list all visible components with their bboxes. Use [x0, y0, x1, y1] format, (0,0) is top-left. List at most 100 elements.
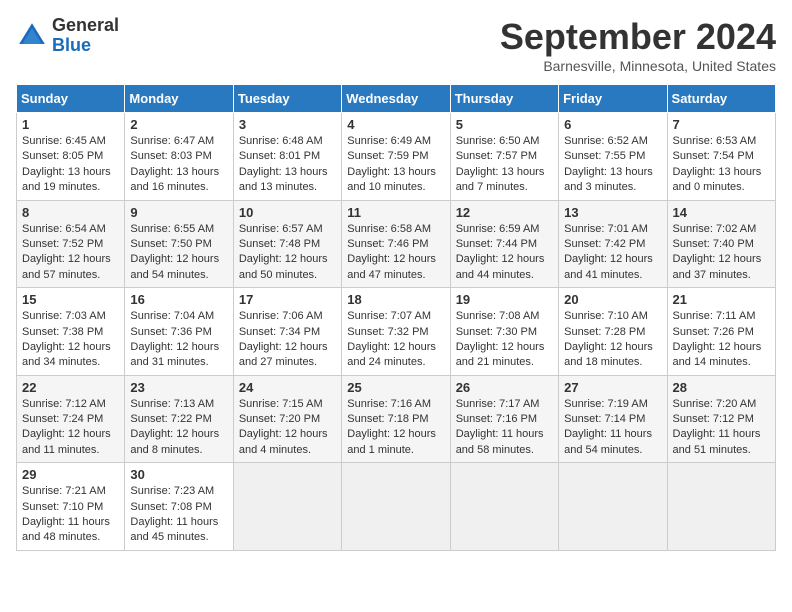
calendar-week-row: 29Sunrise: 7:21 AMSunset: 7:10 PMDayligh… — [17, 463, 776, 551]
calendar-week-row: 8 Sunrise: 6:54 AMSunset: 7:52 PMDaylight… — [17, 200, 776, 288]
day-number: 6 — [564, 117, 661, 132]
day-info: Sunrise: 7:23 AMSunset: 7:08 PMDaylight:… — [130, 484, 227, 546]
logo: General Blue — [16, 16, 119, 56]
calendar-week-row: 1 Sunrise: 6:45 AMSunset: 8:05 PMDaylight… — [17, 113, 776, 201]
day-number: 9 — [130, 205, 227, 220]
day-info: Sunrise: 6:57 AMSunset: 7:48 PMDaylight:… — [239, 222, 336, 284]
calendar-cell: 12 Sunrise: 6:59 AMSunset: 7:44 PMDayligh… — [450, 200, 558, 288]
day-number: 28 — [673, 380, 770, 395]
day-info: Sunrise: 6:54 AMSunset: 7:52 PMDaylight:… — [22, 222, 119, 284]
logo-icon — [16, 20, 48, 52]
day-info: Sunrise: 7:21 AMSunset: 7:10 PMDaylight:… — [22, 484, 119, 546]
day-number: 11 — [347, 205, 444, 220]
calendar-cell: 4 Sunrise: 6:49 AMSunset: 7:59 PMDaylight… — [342, 113, 450, 201]
calendar-cell: 29Sunrise: 7:21 AMSunset: 7:10 PMDayligh… — [17, 463, 125, 551]
calendar-cell: 5Sunrise: 6:50 AMSunset: 7:57 PMDaylight… — [450, 113, 558, 201]
day-number: 1 — [22, 117, 119, 132]
weekday-header-friday: Friday — [559, 85, 667, 113]
calendar-cell: 13 Sunrise: 7:01 AMSunset: 7:42 PMDayligh… — [559, 200, 667, 288]
day-number: 8 — [22, 205, 119, 220]
calendar-cell: 15Sunrise: 7:03 AMSunset: 7:38 PMDayligh… — [17, 288, 125, 376]
day-info: Sunrise: 6:49 AMSunset: 7:59 PMDaylight:… — [347, 134, 444, 196]
day-info: Sunrise: 6:55 AMSunset: 7:50 PMDaylight:… — [130, 222, 227, 284]
logo-blue: Blue — [52, 35, 91, 55]
day-info: Sunrise: 6:59 AMSunset: 7:44 PMDaylight:… — [456, 222, 553, 284]
calendar-cell: 28 Sunrise: 7:20 AMSunset: 7:12 PMDayligh… — [667, 375, 775, 463]
weekday-header-monday: Monday — [125, 85, 233, 113]
calendar-cell — [450, 463, 558, 551]
day-number: 19 — [456, 292, 553, 307]
day-number: 5 — [456, 117, 553, 132]
day-number: 26 — [456, 380, 553, 395]
day-info: Sunrise: 7:13 AMSunset: 7:22 PMDaylight:… — [130, 397, 227, 459]
calendar-cell: 16 Sunrise: 7:04 AMSunset: 7:36 PMDayligh… — [125, 288, 233, 376]
day-number: 14 — [673, 205, 770, 220]
calendar-cell: 20Sunrise: 7:10 AMSunset: 7:28 PMDayligh… — [559, 288, 667, 376]
calendar-week-row: 22Sunrise: 7:12 AMSunset: 7:24 PMDayligh… — [17, 375, 776, 463]
day-info: Sunrise: 6:52 AMSunset: 7:55 PMDaylight:… — [564, 134, 661, 196]
day-info: Sunrise: 7:04 AMSunset: 7:36 PMDaylight:… — [130, 309, 227, 371]
day-number: 18 — [347, 292, 444, 307]
calendar-cell: 25 Sunrise: 7:16 AMSunset: 7:18 PMDayligh… — [342, 375, 450, 463]
day-info: Sunrise: 7:17 AMSunset: 7:16 PMDaylight:… — [456, 397, 553, 459]
day-info: Sunrise: 6:53 AMSunset: 7:54 PMDaylight:… — [673, 134, 770, 196]
day-info: Sunrise: 7:20 AMSunset: 7:12 PMDaylight:… — [673, 397, 770, 459]
calendar-cell: 14 Sunrise: 7:02 AMSunset: 7:40 PMDayligh… — [667, 200, 775, 288]
day-number: 27 — [564, 380, 661, 395]
day-number: 16 — [130, 292, 227, 307]
page-header: General Blue September 2024 Barnesville,… — [16, 16, 776, 74]
weekday-header-wednesday: Wednesday — [342, 85, 450, 113]
day-info: Sunrise: 7:16 AMSunset: 7:18 PMDaylight:… — [347, 397, 444, 459]
day-number: 22 — [22, 380, 119, 395]
day-info: Sunrise: 6:45 AMSunset: 8:05 PMDaylight:… — [22, 134, 119, 196]
calendar-cell: 2Sunrise: 6:47 AMSunset: 8:03 PMDaylight… — [125, 113, 233, 201]
calendar-cell — [342, 463, 450, 551]
logo-general: General — [52, 15, 119, 35]
calendar-cell: 18 Sunrise: 7:07 AMSunset: 7:32 PMDayligh… — [342, 288, 450, 376]
day-info: Sunrise: 7:02 AMSunset: 7:40 PMDaylight:… — [673, 222, 770, 284]
calendar-week-row: 15Sunrise: 7:03 AMSunset: 7:38 PMDayligh… — [17, 288, 776, 376]
calendar-cell: 21Sunrise: 7:11 AMSunset: 7:26 PMDayligh… — [667, 288, 775, 376]
day-info: Sunrise: 7:08 AMSunset: 7:30 PMDaylight:… — [456, 309, 553, 371]
calendar-cell: 6 Sunrise: 6:52 AMSunset: 7:55 PMDaylight… — [559, 113, 667, 201]
calendar-table: SundayMondayTuesdayWednesdayThursdayFrid… — [16, 84, 776, 551]
day-info: Sunrise: 7:15 AMSunset: 7:20 PMDaylight:… — [239, 397, 336, 459]
calendar-cell — [667, 463, 775, 551]
day-number: 15 — [22, 292, 119, 307]
location: Barnesville, Minnesota, United States — [500, 58, 776, 74]
day-number: 13 — [564, 205, 661, 220]
calendar-cell: 10 Sunrise: 6:57 AMSunset: 7:48 PMDayligh… — [233, 200, 341, 288]
day-number: 25 — [347, 380, 444, 395]
calendar-cell — [559, 463, 667, 551]
day-info: Sunrise: 7:07 AMSunset: 7:32 PMDaylight:… — [347, 309, 444, 371]
day-info: Sunrise: 6:47 AMSunset: 8:03 PMDaylight:… — [130, 134, 227, 196]
calendar-cell: 8 Sunrise: 6:54 AMSunset: 7:52 PMDaylight… — [17, 200, 125, 288]
calendar-cell: 3Sunrise: 6:48 AMSunset: 8:01 PMDaylight… — [233, 113, 341, 201]
day-number: 12 — [456, 205, 553, 220]
title-area: September 2024 Barnesville, Minnesota, U… — [500, 16, 776, 74]
calendar-cell: 27 Sunrise: 7:19 AMSunset: 7:14 PMDayligh… — [559, 375, 667, 463]
calendar-cell — [233, 463, 341, 551]
day-info: Sunrise: 6:58 AMSunset: 7:46 PMDaylight:… — [347, 222, 444, 284]
day-number: 4 — [347, 117, 444, 132]
weekday-header-tuesday: Tuesday — [233, 85, 341, 113]
day-number: 10 — [239, 205, 336, 220]
calendar-cell: 19 Sunrise: 7:08 AMSunset: 7:30 PMDayligh… — [450, 288, 558, 376]
day-number: 24 — [239, 380, 336, 395]
weekday-header-thursday: Thursday — [450, 85, 558, 113]
day-info: Sunrise: 6:48 AMSunset: 8:01 PMDaylight:… — [239, 134, 336, 196]
day-number: 23 — [130, 380, 227, 395]
weekday-header-row: SundayMondayTuesdayWednesdayThursdayFrid… — [17, 85, 776, 113]
day-number: 17 — [239, 292, 336, 307]
day-number: 30 — [130, 467, 227, 482]
calendar-cell: 24 Sunrise: 7:15 AMSunset: 7:20 PMDayligh… — [233, 375, 341, 463]
day-info: Sunrise: 7:19 AMSunset: 7:14 PMDaylight:… — [564, 397, 661, 459]
calendar-cell: 22Sunrise: 7:12 AMSunset: 7:24 PMDayligh… — [17, 375, 125, 463]
weekday-header-sunday: Sunday — [17, 85, 125, 113]
calendar-cell: 30 Sunrise: 7:23 AMSunset: 7:08 PMDayligh… — [125, 463, 233, 551]
calendar-cell: 23 Sunrise: 7:13 AMSunset: 7:22 PMDayligh… — [125, 375, 233, 463]
calendar-cell: 9 Sunrise: 6:55 AMSunset: 7:50 PMDaylight… — [125, 200, 233, 288]
calendar-cell: 7Sunrise: 6:53 AMSunset: 7:54 PMDaylight… — [667, 113, 775, 201]
day-info: Sunrise: 7:01 AMSunset: 7:42 PMDaylight:… — [564, 222, 661, 284]
logo-text: General Blue — [52, 16, 119, 56]
